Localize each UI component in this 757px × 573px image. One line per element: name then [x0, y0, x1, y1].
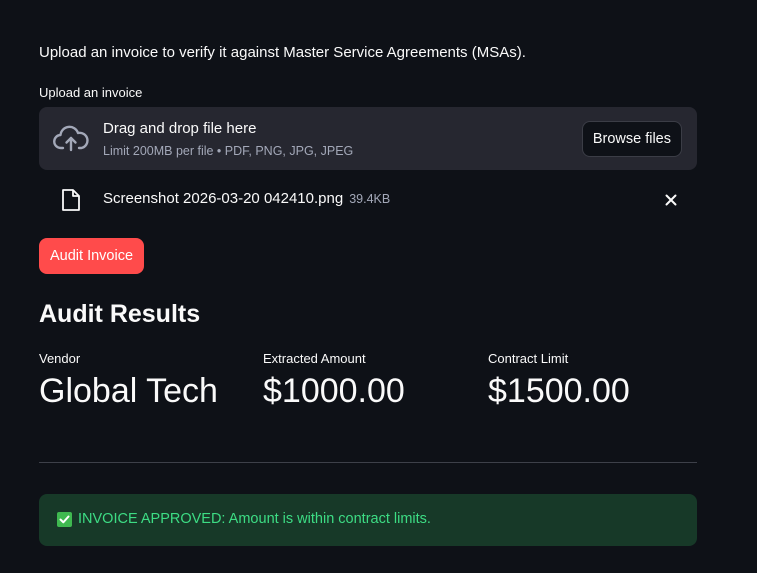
intro-text: Upload an invoice to verify it against M… — [39, 44, 526, 61]
metric-vendor: Vendor Global Tech — [39, 351, 218, 411]
cloud-upload-icon — [53, 125, 89, 153]
uploaded-file-size: 39.4KB — [349, 192, 391, 206]
uploaded-file-info: Screenshot 2026-03-20 042410.png 39.4KB — [103, 190, 390, 207]
close-icon — [665, 194, 677, 206]
success-message: INVOICE APPROVED: Amount is within contr… — [78, 511, 431, 527]
divider — [39, 462, 697, 463]
uploader-label: Upload an invoice — [39, 85, 143, 100]
success-alert: INVOICE APPROVED: Amount is within contr… — [39, 494, 697, 546]
remove-file-button[interactable] — [661, 190, 681, 210]
check-box-icon — [57, 512, 72, 527]
audit-invoice-button[interactable]: Audit Invoice — [39, 238, 144, 274]
metric-contract-limit: Contract Limit $1500.00 — [488, 351, 630, 411]
results-heading: Audit Results — [39, 300, 201, 328]
metric-label: Contract Limit — [488, 351, 569, 366]
metric-value: $1500.00 — [488, 372, 630, 410]
file-dropzone[interactable]: Drag and drop file here Limit 200MB per … — [39, 107, 697, 170]
metric-value: Global Tech — [39, 372, 218, 410]
metric-value: $1000.00 — [263, 372, 405, 410]
dropzone-limit-text: Limit 200MB per file • PDF, PNG, JPG, JP… — [103, 144, 354, 158]
dropzone-title: Drag and drop file here — [103, 120, 257, 137]
metric-label: Vendor — [39, 351, 81, 366]
uploaded-file-row: Screenshot 2026-03-20 042410.png 39.4KB — [39, 180, 697, 220]
uploaded-file-name: Screenshot 2026-03-20 042410.png — [103, 190, 344, 207]
app-page: Upload an invoice to verify it against M… — [0, 0, 757, 573]
metric-extracted-amount: Extracted Amount $1000.00 — [263, 351, 405, 411]
metric-label: Extracted Amount — [263, 351, 366, 366]
browse-files-button[interactable]: Browse files — [581, 121, 682, 157]
file-icon — [61, 188, 81, 212]
